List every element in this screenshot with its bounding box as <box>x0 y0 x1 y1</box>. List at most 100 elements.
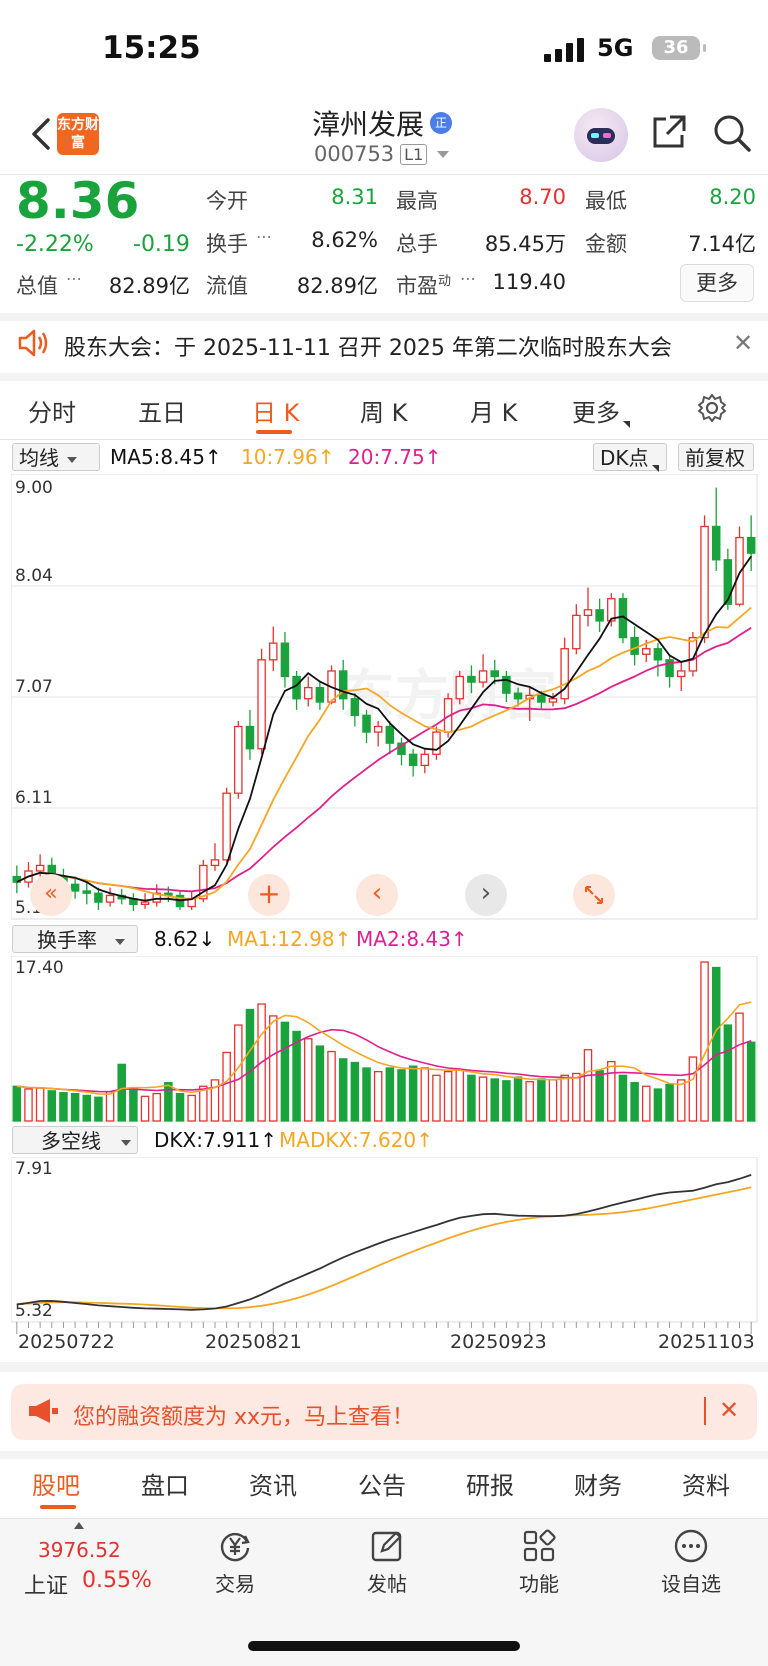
tab-profile[interactable]: 资料 <box>682 1466 730 1501</box>
tab-month-k[interactable]: 月 K <box>470 393 517 428</box>
pe-value: 119.40 <box>492 270 566 294</box>
banner-text[interactable]: 您的融资额度为 xx元，马上查看！ <box>73 1399 414 1431</box>
search-icon[interactable] <box>712 113 752 153</box>
double-left-icon[interactable]: « <box>30 874 72 916</box>
candle <box>513 692 523 700</box>
tab-announcements[interactable]: 公告 <box>358 1466 406 1501</box>
section-gap <box>0 373 768 381</box>
high-label: 最高 <box>396 189 438 213</box>
dk-point-button[interactable]: DK点 <box>593 443 667 472</box>
toolbar-add-watchlist[interactable]: 设自选 <box>636 1528 746 1597</box>
info-icon[interactable]: ⋯ <box>460 269 476 288</box>
turnover-bar <box>618 1074 628 1122</box>
expand-icon[interactable] <box>573 874 615 916</box>
candle <box>455 675 465 700</box>
turnover-bar <box>24 1088 33 1122</box>
turnover-bar <box>397 1069 406 1122</box>
dkx-indicator-select[interactable]: 多空线 <box>12 1126 138 1154</box>
mktcap-value: 82.89亿 <box>108 274 190 298</box>
tab-day-k[interactable]: 日 K <box>252 393 299 428</box>
turnover-bar <box>280 1021 290 1122</box>
dkx-value: DKX:7.911↑ <box>154 1128 277 1152</box>
ma-indicator-select[interactable]: 均线 <box>12 443 100 471</box>
candle <box>210 859 220 867</box>
tab-guba[interactable]: 股吧 <box>32 1466 80 1501</box>
turnover-bar <box>164 1081 173 1122</box>
candle <box>35 864 45 872</box>
chevron-right-icon[interactable]: › <box>465 874 507 916</box>
tab-week-k[interactable]: 周 K <box>360 393 407 428</box>
tab-more[interactable]: 更多 <box>572 393 630 428</box>
turnover-bar <box>94 1096 103 1122</box>
volume-indicator-select[interactable]: 换手率 <box>12 925 138 953</box>
back-arrow-icon[interactable] <box>22 114 62 154</box>
candle <box>432 731 441 755</box>
turnover-chart[interactable] <box>11 956 758 1122</box>
close-icon[interactable]: ✕ <box>719 1396 739 1424</box>
turnover-ma1: MA1:12.98↑ <box>227 927 352 951</box>
ai-assistant-avatar[interactable] <box>574 108 628 162</box>
dk-label: DK点 <box>600 446 649 470</box>
candle <box>711 525 721 561</box>
chevron-left-icon[interactable]: ‹ <box>356 874 398 916</box>
toolbar-functions[interactable]: 功能 <box>484 1528 594 1597</box>
notice-text[interactable]: 股东大会：于 2025-11-11 召开 2025 年第二次临时股东大会 <box>64 330 672 362</box>
candle <box>595 609 604 622</box>
candle <box>490 670 499 678</box>
close-icon[interactable]: ✕ <box>733 329 753 357</box>
gear-icon[interactable] <box>696 392 728 424</box>
trade-label: 交易 <box>215 1572 255 1596</box>
info-icon[interactable]: ⋯ <box>66 269 82 288</box>
post-label: 发帖 <box>367 1572 407 1596</box>
turnover-y-label: 17.40 <box>15 958 64 978</box>
candle <box>362 714 371 733</box>
candle <box>467 675 476 683</box>
dkx-chart[interactable] <box>11 1157 758 1343</box>
adjust-button[interactable]: 前复权 <box>678 443 754 471</box>
index-value[interactable]: 3976.52 <box>38 1538 121 1562</box>
low-label: 最低 <box>585 189 627 213</box>
tab-research[interactable]: 研报 <box>466 1466 514 1501</box>
turnover-bar <box>292 1030 301 1122</box>
volume-select-label: 换手率 <box>37 928 97 952</box>
index-percent[interactable]: 0.55% <box>82 1568 152 1593</box>
candle <box>700 525 709 639</box>
kline-chart[interactable]: 东方财富 <box>11 474 758 920</box>
signal-icon <box>544 38 584 62</box>
zoom-in-icon[interactable]: + <box>248 874 290 916</box>
candle <box>303 686 313 700</box>
turnover-bar <box>467 1074 476 1122</box>
turnover-bar <box>513 1076 523 1122</box>
index-name[interactable]: 上证 <box>24 1568 68 1600</box>
madkx-value: MADKX:7.620↑ <box>279 1128 433 1152</box>
tab-five-day[interactable]: 五日 <box>138 393 186 428</box>
candle <box>385 725 395 744</box>
volume-label: 总手 <box>396 232 438 256</box>
info-icon[interactable]: ⋯ <box>256 227 272 246</box>
speaker-icon <box>18 329 48 357</box>
madkx-line <box>16 1186 752 1310</box>
turnover-bar <box>408 1065 418 1122</box>
candle <box>82 890 92 894</box>
tab-pankou[interactable]: 盘口 <box>141 1466 189 1501</box>
share-icon[interactable] <box>650 113 688 151</box>
tab-news[interactable]: 资讯 <box>249 1466 297 1501</box>
stock-title[interactable]: 漳州发展 正 <box>312 103 453 143</box>
candle <box>245 725 255 750</box>
tab-finance[interactable]: 财务 <box>574 1466 622 1501</box>
section-gap <box>0 1362 768 1372</box>
turnover-bar <box>746 1041 756 1122</box>
dkx-y-bottom: 5.32 <box>15 1301 53 1321</box>
toolbar-trade[interactable]: 交易 <box>180 1528 290 1597</box>
candle <box>746 536 756 554</box>
turnover-bar <box>269 1015 278 1122</box>
turnover-bar <box>583 1049 593 1122</box>
toolbar-post[interactable]: 发帖 <box>332 1528 442 1597</box>
tab-intraday[interactable]: 分时 <box>28 393 76 428</box>
dkx-select-label: 多空线 <box>41 1129 101 1153</box>
chevron-up-icon[interactable] <box>74 1522 84 1529</box>
corner-triangle-icon <box>651 465 659 472</box>
stock-code-row[interactable]: 000753 L1 <box>314 142 450 166</box>
more-quote-button[interactable]: 更多 <box>680 264 754 302</box>
amount-value: 7.14亿 <box>688 232 756 256</box>
